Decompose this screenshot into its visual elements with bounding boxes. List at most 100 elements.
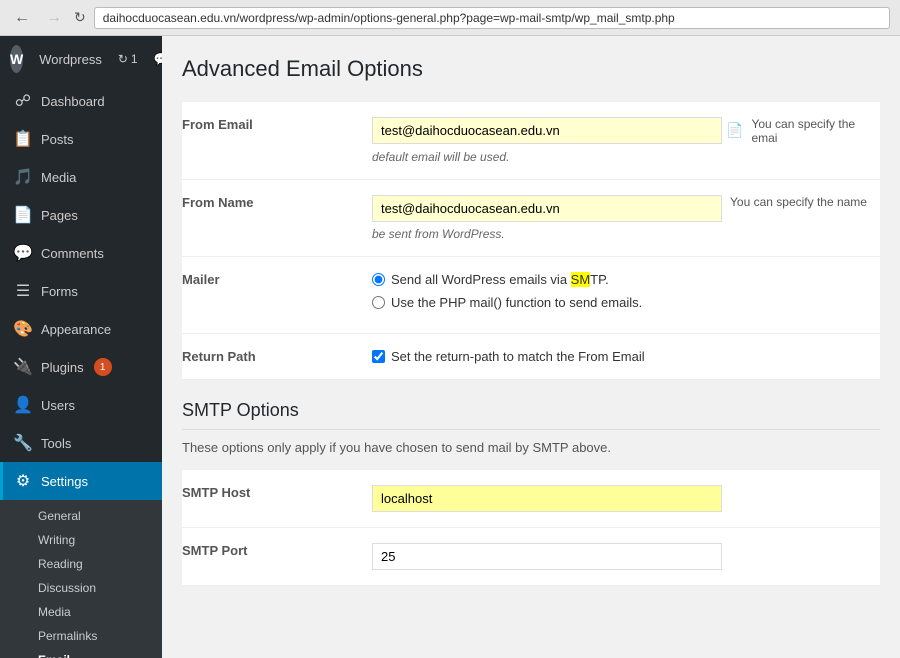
return-path-row: Return Path Set the return-path to match…: [182, 334, 880, 380]
from-email-input[interactable]: [372, 117, 722, 144]
sidebar-item-forms[interactable]: ☰ Forms: [0, 272, 162, 310]
appearance-icon: 🎨: [13, 319, 33, 339]
comments-icon: 💬: [13, 243, 33, 263]
address-bar[interactable]: [94, 7, 890, 29]
comments-item[interactable]: 💬 0: [154, 52, 162, 66]
refresh-button[interactable]: ↻: [74, 9, 86, 26]
mailer-option2-row: Use the PHP mail() function to send emai…: [372, 295, 870, 310]
from-email-cell: 📄 You can specify the emai default email…: [362, 102, 880, 180]
sidebar-item-label: Plugins: [41, 360, 84, 375]
smtp-host-cell: [362, 470, 880, 528]
settings-submenu: General Writing Reading Discussion Media…: [0, 500, 162, 658]
smtp-host-input[interactable]: [372, 485, 722, 512]
sidebar-item-comments[interactable]: 💬 Comments: [0, 234, 162, 272]
mailer-option2-text: Use the PHP mail() function to send emai…: [391, 295, 642, 310]
submenu-item-discussion[interactable]: Discussion: [0, 576, 162, 600]
return-path-cell: Set the return-path to match the From Em…: [362, 334, 880, 380]
smtp-host-row: SMTP Host: [182, 470, 880, 528]
sidebar-nav: ☍ Dashboard 📋 Posts 🎵 Media 📄 Pages 💬 Co…: [0, 82, 162, 658]
users-icon: 👤: [13, 395, 33, 415]
from-email-field-with-icon: 📄: [372, 117, 743, 144]
settings-icon: ⚙: [13, 471, 33, 491]
sidebar-item-label: Posts: [41, 132, 74, 147]
from-name-help: You can specify the name: [730, 195, 867, 209]
submenu-item-writing[interactable]: Writing: [0, 528, 162, 552]
sidebar-item-tools[interactable]: 🔧 Tools: [0, 424, 162, 462]
browser-bar: ← → ↻: [0, 0, 900, 36]
smtp-section-title: SMTP Options: [182, 400, 880, 430]
main-content: Advanced Email Options From Email 📄 You …: [162, 36, 900, 658]
sidebar-item-label: Appearance: [41, 322, 111, 337]
from-name-field-row: You can specify the name: [372, 195, 870, 222]
submenu-item-media[interactable]: Media: [0, 600, 162, 624]
pages-icon: 📄: [13, 205, 33, 225]
sidebar-item-media[interactable]: 🎵 Media: [0, 158, 162, 196]
mailer-option1-text: Send all WordPress emails via SMTP.: [391, 272, 609, 287]
wp-admin-layout: W Wordpress ↻ 1 💬 0 + New ☍ Dashboard 📋 …: [0, 36, 900, 658]
from-email-subhelp: default email will be used.: [372, 150, 870, 164]
forms-icon: ☰: [13, 281, 33, 301]
wp-top-bar: W Wordpress ↻ 1 💬 0 + New: [0, 36, 162, 82]
return-path-option-row: Set the return-path to match the From Em…: [372, 349, 870, 364]
sidebar-item-label: Forms: [41, 284, 78, 299]
from-email-label: From Email: [182, 102, 362, 180]
form-table: From Email 📄 You can specify the emai de…: [182, 102, 880, 380]
page-title: Advanced Email Options: [182, 56, 880, 82]
sidebar-item-label: Users: [41, 398, 75, 413]
sidebar-item-posts[interactable]: 📋 Posts: [0, 120, 162, 158]
from-name-input[interactable]: [372, 195, 722, 222]
submenu-item-reading[interactable]: Reading: [0, 552, 162, 576]
submenu-item-permalinks[interactable]: Permalinks: [0, 624, 162, 648]
sidebar-item-label: Settings: [41, 474, 88, 489]
plugins-badge: 1: [94, 358, 112, 376]
email-field-icon: 📄: [726, 122, 743, 139]
sidebar-item-dashboard[interactable]: ☍ Dashboard: [0, 82, 162, 120]
smtp-form-table: SMTP Host SMTP Port: [182, 470, 880, 586]
submenu-item-email[interactable]: Email: [0, 648, 162, 658]
media-icon: 🎵: [13, 167, 33, 187]
smtp-port-input[interactable]: [372, 543, 722, 570]
from-name-subhelp: be sent from WordPress.: [372, 227, 870, 241]
sidebar-item-label: Comments: [41, 246, 104, 261]
from-name-cell: You can specify the name be sent from Wo…: [362, 180, 880, 257]
from-name-label: From Name: [182, 180, 362, 257]
smtp-host-label: SMTP Host: [182, 470, 362, 528]
return-path-label: Return Path: [182, 334, 362, 380]
from-name-row: From Name You can specify the name be se…: [182, 180, 880, 257]
dashboard-icon: ☍: [13, 91, 33, 111]
sidebar-item-settings[interactable]: ⚙ Settings: [0, 462, 162, 500]
posts-icon: 📋: [13, 129, 33, 149]
mailer-radio-smtp[interactable]: [372, 273, 385, 286]
sidebar-item-label: Dashboard: [41, 94, 105, 109]
return-path-option-text: Set the return-path to match the From Em…: [391, 349, 645, 364]
updates-item[interactable]: ↻ 1: [118, 52, 138, 66]
sidebar-item-label: Media: [41, 170, 76, 185]
back-button[interactable]: ←: [10, 7, 34, 29]
wp-logo: W: [10, 45, 23, 73]
forward-button[interactable]: →: [42, 7, 66, 29]
updates-count: 1: [131, 52, 138, 66]
smtp-description: These options only apply if you have cho…: [182, 440, 880, 455]
mailer-row: Mailer Send all WordPress emails via SMT…: [182, 257, 880, 334]
mailer-cell: Send all WordPress emails via SMTP. Use …: [362, 257, 880, 334]
mailer-label: Mailer: [182, 257, 362, 334]
mailer-radio-phpmail[interactable]: [372, 296, 385, 309]
sidebar-item-appearance[interactable]: 🎨 Appearance: [0, 310, 162, 348]
sidebar-item-label: Tools: [41, 436, 71, 451]
sidebar-item-pages[interactable]: 📄 Pages: [0, 196, 162, 234]
mailer-option1-row: Send all WordPress emails via SMTP.: [372, 272, 870, 287]
sidebar-item-plugins[interactable]: 🔌 Plugins 1: [0, 348, 162, 386]
sidebar-item-users[interactable]: 👤 Users: [0, 386, 162, 424]
from-email-help: You can specify the emai: [751, 117, 870, 145]
plugins-icon: 🔌: [13, 357, 33, 377]
site-name[interactable]: Wordpress: [39, 52, 102, 67]
submenu-item-general[interactable]: General: [0, 504, 162, 528]
from-email-field-row: 📄 You can specify the emai: [372, 117, 870, 145]
return-path-checkbox[interactable]: [372, 350, 385, 363]
from-email-row: From Email 📄 You can specify the emai de…: [182, 102, 880, 180]
sidebar: W Wordpress ↻ 1 💬 0 + New ☍ Dashboard 📋 …: [0, 36, 162, 658]
tools-icon: 🔧: [13, 433, 33, 453]
smtp-port-cell: [362, 528, 880, 586]
sidebar-item-label: Pages: [41, 208, 78, 223]
smtp-port-row: SMTP Port: [182, 528, 880, 586]
